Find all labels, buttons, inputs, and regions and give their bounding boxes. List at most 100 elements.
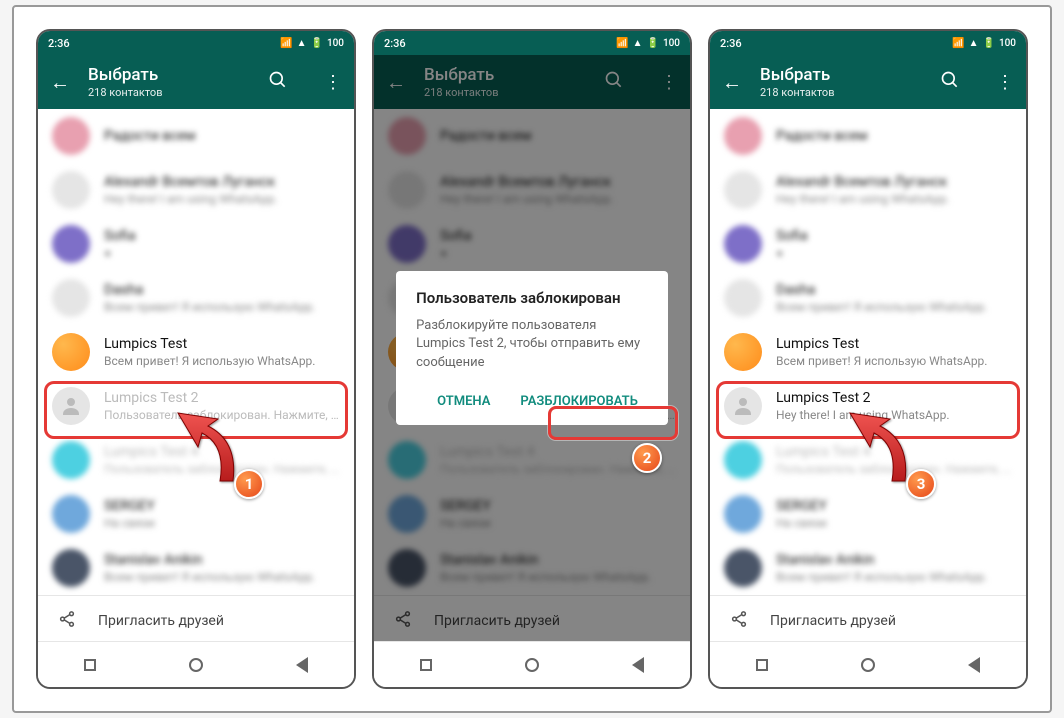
contact-list[interactable]: Радости всем Alexandr Всемтов ЛуганскHey… [710, 109, 1026, 641]
list-item[interactable]: Lumpics Test 4Пользователь заблокирован.… [710, 433, 1026, 487]
app-bar: ← Выбрать218 контактов ⋮ [710, 55, 1026, 109]
tutorial-composite: 2:36 📶 ▲ 🔋 100 ← Выбрать 218 контактов ⋮… [12, 5, 1052, 713]
list-item[interactable]: Alexandr Всемтов ЛуганскHey there! I am … [710, 163, 1026, 217]
battery-icon: 🔋 [646, 38, 658, 49]
share-icon [728, 610, 750, 632]
battery-icon: 🔋 [982, 38, 994, 49]
status-bar: 2:36 📶 ▲ 🔋 100 [374, 31, 690, 55]
contact-name: Lumpics Test 2 [776, 390, 1012, 406]
android-navbar [38, 641, 354, 687]
tutorial-badge-2: 2 [632, 443, 662, 473]
contact-list[interactable]: Радости всем Alexandr Всемтов ЛуганскHey… [38, 109, 354, 641]
back-nav-icon[interactable] [968, 657, 980, 673]
recent-apps-icon[interactable] [84, 659, 96, 671]
avatar [52, 279, 90, 317]
avatar [52, 333, 90, 371]
android-navbar [374, 641, 690, 687]
tutorial-badge-3: 3 [906, 469, 936, 499]
avatar [52, 117, 90, 155]
avatar [52, 171, 90, 209]
avatar [52, 495, 90, 533]
status-time: 2:36 [48, 37, 70, 50]
back-nav-icon[interactable] [632, 657, 644, 673]
list-item[interactable]: Stanislav AnikinВсем привет! Я использую… [710, 541, 1026, 595]
recent-apps-icon[interactable] [420, 659, 432, 671]
status-icons: 📶 ▲ 🔋 100 [952, 38, 1016, 49]
recent-apps-icon[interactable] [756, 659, 768, 671]
tutorial-badge-1: 1 [234, 469, 264, 499]
home-icon[interactable] [525, 658, 539, 672]
dialog-actions: ОТМЕНА РАЗБЛОКИРОВАТЬ [416, 386, 648, 417]
list-item-lumpics-test-2-unblocked[interactable]: Lumpics Test 2 Hey there! I am using What… [710, 379, 1026, 433]
list-item[interactable]: DashaВсем привет! Я использую WhatsApp. [38, 271, 354, 325]
phone-screen-2: 2:36 📶 ▲ 🔋 100 ← Выбрать218 контактов ⋮ … [372, 29, 692, 689]
status-time: 2:36 [720, 37, 742, 50]
list-item[interactable]: Радости всем [710, 109, 1026, 163]
avatar [52, 225, 90, 263]
signal-icon: 📶 [616, 38, 628, 49]
invite-friends-button[interactable]: Пригласить друзей [710, 596, 1026, 641]
back-nav-icon[interactable] [296, 657, 308, 673]
list-item-lumpics-test-2-blocked[interactable]: Lumpics Test 2 Пользователь заблокирован.… [38, 379, 354, 433]
unblock-button[interactable]: РАЗБЛОКИРОВАТЬ [510, 386, 647, 417]
battery-pct: 100 [999, 38, 1016, 49]
page-subtitle: 218 контактов [88, 86, 232, 99]
wifi-icon: ▲ [969, 38, 979, 49]
list-item-lumpics-test[interactable]: Lumpics Test Всем привет! Я использую Wha… [38, 325, 354, 379]
signal-icon: 📶 [280, 38, 292, 49]
back-icon[interactable]: ← [722, 72, 742, 92]
unblock-dialog: Пользователь заблокирован Разблокируйте … [396, 271, 668, 425]
signal-icon: 📶 [952, 38, 964, 49]
invite-friends-button[interactable]: Пригласить друзей [38, 596, 354, 641]
home-icon[interactable] [189, 658, 203, 672]
avatar [52, 387, 90, 425]
invite-label: Пригласить друзей [98, 613, 224, 629]
contact-name: Lumpics Test [104, 336, 340, 352]
list-item[interactable]: Stanislav AnikinВсем привет! Я использую… [38, 541, 354, 595]
list-item[interactable]: Sofia● [710, 217, 1026, 271]
list-item[interactable]: Sofia● [38, 217, 354, 271]
dialog-title: Пользователь заблокирован [416, 289, 648, 307]
search-icon[interactable] [940, 70, 960, 95]
battery-pct: 100 [327, 38, 344, 49]
android-navbar [710, 641, 1026, 687]
status-icons: 📶 ▲ 🔋 100 [616, 38, 680, 49]
list-item[interactable]: SERGEYНа связи [38, 487, 354, 541]
list-item-lumpics-test[interactable]: Lumpics TestВсем привет! Я использую Wha… [710, 325, 1026, 379]
list-item[interactable]: Lumpics Test 4Пользователь заблокирован.… [38, 433, 354, 487]
contact-name: Lumpics Test 2 [104, 390, 340, 406]
battery-pct: 100 [663, 38, 680, 49]
search-icon[interactable] [268, 70, 288, 95]
list-item[interactable]: Радости всем [38, 109, 354, 163]
phone-screen-3: 2:36 📶 ▲ 🔋 100 ← Выбрать218 контактов ⋮ … [708, 29, 1028, 689]
app-bar: ← Выбрать 218 контактов ⋮ [38, 55, 354, 109]
phone-screen-1: 2:36 📶 ▲ 🔋 100 ← Выбрать 218 контактов ⋮… [36, 29, 356, 689]
cancel-button[interactable]: ОТМЕНА [427, 386, 500, 417]
list-item[interactable]: DashaВсем привет! Я использую WhatsApp. [710, 271, 1026, 325]
status-bar: 2:36 📶 ▲ 🔋 100 [38, 31, 354, 55]
back-icon[interactable]: ← [50, 72, 70, 92]
contact-status: Пользователь заблокирован. Нажмите, ч... [104, 408, 340, 422]
dialog-message: Разблокируйте пользователя Lumpics Test … [416, 317, 648, 372]
modal-overlay: Пользователь заблокирован Разблокируйте … [374, 55, 690, 641]
list-item[interactable]: Alexandr Всемтов ЛуганскHey there! I am … [38, 163, 354, 217]
avatar [52, 441, 90, 479]
status-time: 2:36 [384, 37, 406, 50]
wifi-icon: ▲ [633, 38, 643, 49]
list-item[interactable]: SERGEYНа связи [710, 487, 1026, 541]
avatar [52, 549, 90, 587]
wifi-icon: ▲ [297, 38, 307, 49]
share-icon [56, 610, 78, 632]
page-title: Выбрать [88, 65, 232, 85]
status-icons: 📶 ▲ 🔋 100 [280, 38, 344, 49]
menu-icon[interactable]: ⋮ [324, 72, 342, 93]
footer-actions: Пригласить друзей Помощь с контактами [38, 595, 354, 641]
app-bar-titles: Выбрать 218 контактов [88, 65, 232, 99]
contact-status: Hey there! I am using WhatsApp. [776, 408, 1012, 422]
avatar [724, 387, 762, 425]
contact-status: Всем привет! Я использую WhatsApp. [104, 354, 340, 368]
menu-icon[interactable]: ⋮ [996, 72, 1014, 93]
status-bar: 2:36 📶 ▲ 🔋 100 [710, 31, 1026, 55]
battery-icon: 🔋 [310, 38, 322, 49]
home-icon[interactable] [861, 658, 875, 672]
